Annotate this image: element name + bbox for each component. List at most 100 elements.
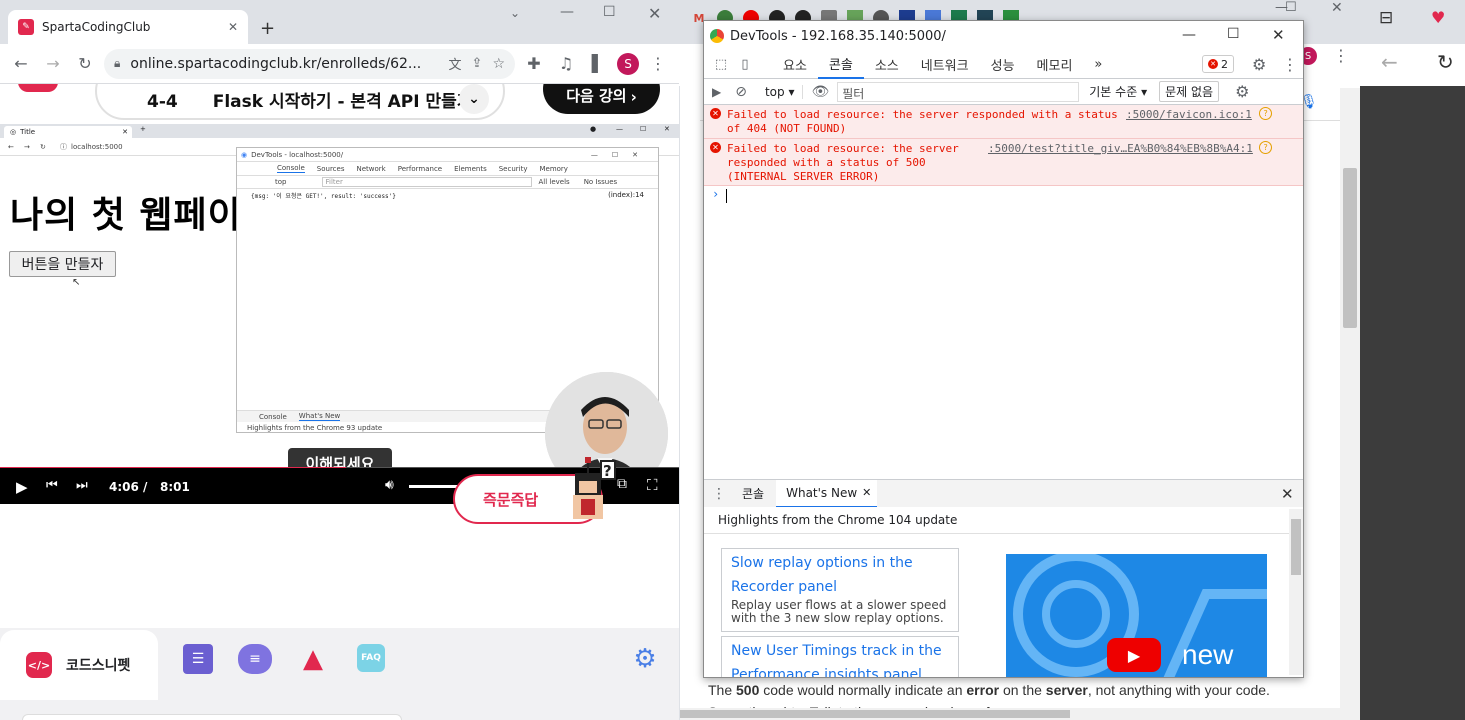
reload-icon[interactable]: ↻ [72,51,98,77]
sparta-favicon-icon: ✎ [18,19,34,35]
new-tab-icon[interactable]: + [260,18,275,39]
error-count-badge[interactable]: ✕ 2 [1202,55,1234,73]
mini-filter: Filter [322,177,533,187]
next-lesson-button[interactable]: 다음 강의 › [543,84,660,114]
forward-icon[interactable]: → [40,51,66,77]
close-drawer-icon[interactable]: ✕ [1281,485,1294,503]
answer-text-part: code would normally indicate an [759,682,967,698]
menu-icon[interactable]: ⋮ [645,51,671,77]
extension-heart-icon[interactable]: ♥ [1431,8,1445,27]
tab-performance[interactable]: 성능 [980,51,1026,79]
scrollbar-thumb[interactable] [1291,519,1301,575]
tab-code-snippet[interactable]: </> 코드스니펫 [0,630,158,700]
card-title: New User Timings track in the [731,643,942,659]
chat-icon[interactable]: ≡ [238,644,272,674]
console-prompt[interactable]: › [704,186,1303,206]
side-panel-icon[interactable]: ▌ [585,51,611,77]
tab-search-icon[interactable]: ⌄ [510,6,520,20]
minimize-icon[interactable]: — [560,4,574,20]
maximize-icon[interactable]: ☐ [603,4,616,20]
issues-button[interactable]: 문제 없음 [1159,81,1220,102]
devtools-window: DevTools - 192.168.35.140:5000/ — ☐ ✕ ⬚ … [703,20,1304,678]
info-icon: ⓘ [60,142,67,151]
filter-input[interactable]: 필터 [837,81,1080,102]
address-bar[interactable]: 🔒︎ online.spartacodingclub.kr/enrolleds/… [104,48,515,79]
back-icon[interactable]: ← [8,51,34,77]
volume-slider[interactable] [409,485,459,488]
whats-new-scrollbar[interactable] [1289,509,1303,675]
settings-gear-icon[interactable]: ⚙ [1252,55,1266,74]
scrollbar-thumb[interactable] [1343,168,1357,328]
error-source-link[interactable]: :5000/favicon.ico:1 [1126,108,1252,121]
insight-lightbulb-icon[interactable]: ? [1259,141,1272,154]
side-panel-icon[interactable]: ⊟ [1379,8,1393,28]
page-button: 버튼을 만들자 [9,251,116,277]
console-settings-icon[interactable]: ⚙ [1235,82,1249,101]
error-source-link[interactable]: :5000/test?title_giv…EA%B0%84%EB%8B%A4:1 [988,142,1253,155]
extensions-icon[interactable]: ✚ [521,51,547,77]
error-count: 2 [1221,57,1228,71]
faq-icon[interactable]: FAQ [357,644,385,672]
log-levels-select[interactable]: 기본 수준 ▾ [1089,83,1147,100]
profile-avatar[interactable]: S [617,52,639,75]
bookmark-star-icon[interactable]: ☆ [492,56,505,72]
maximize-icon[interactable]: ☐ [1285,0,1297,15]
context-select[interactable]: top ▾ [765,84,804,99]
volume-icon[interactable]: 🔊︎ [385,477,394,493]
insight-lightbulb-icon[interactable]: ? [1259,107,1272,120]
reload-icon[interactable]: ↻ [1437,50,1454,74]
minimize-icon[interactable]: — [1182,27,1196,43]
drawer-tab-whats-new[interactable]: What's New ✕ [776,479,878,508]
close-tab-icon[interactable]: ✕ [228,20,238,34]
browser-tab[interactable]: ✎ SpartaCodingClub ✕ [8,10,248,44]
more-options-icon[interactable]: ⋮ [1282,55,1298,74]
tab-network[interactable]: 네트워크 [910,51,980,79]
close-window-icon[interactable]: ✕ [1272,26,1285,44]
error-icon: ✕ [710,108,721,119]
close-window-icon[interactable]: ✕ [648,4,661,23]
translate-icon[interactable]: 文 [449,54,462,73]
warning-icon[interactable]: ▲ [298,644,328,674]
tab-elements[interactable]: 요소 [772,51,818,79]
youtube-play-icon[interactable]: ▶ [1107,638,1161,672]
lesson-selector[interactable]: 4-4 Flask 시작하기 - 본격 API 만들기 ⌄ [95,84,505,120]
share-icon[interactable]: ⇪ [472,56,483,71]
media-icon[interactable]: ♫ [553,51,579,77]
picture-in-picture-icon[interactable]: ⧉ [617,476,627,492]
close-window-icon[interactable]: ✕ [1331,0,1343,16]
drawer-tab-console[interactable]: 콘솔 [730,485,776,502]
fullscreen-icon[interactable]: ⛶ [647,476,658,494]
skip-forward-icon[interactable]: ⏭︎ [76,478,88,493]
whats-new-card[interactable]: Slow replay options in the Recorder pane… [721,548,959,632]
menu-icon[interactable]: ⋮ [1333,46,1349,65]
whats-new-video-thumbnail[interactable]: ▶ new [1006,554,1267,677]
back-icon[interactable]: ← [1381,50,1398,74]
horizontal-scrollbar[interactable] [680,708,1340,720]
lock-icon: 🔒︎ [114,56,121,70]
answer-text-part: , not anything with your code. [1087,682,1270,698]
thumbnail-label: new [1182,639,1234,670]
close-icon[interactable]: ✕ [862,486,871,499]
whats-new-card[interactable]: New User Timings track in the Performanc… [721,636,959,677]
clear-console-icon[interactable]: ⊘ [735,84,747,100]
inspect-element-icon[interactable]: ⬚ [710,57,732,72]
duration: 8:01 [160,480,190,494]
settings-gear-icon[interactable]: ⚙ [630,644,660,674]
tab-console[interactable]: 콘솔 [817,51,864,79]
maximize-icon[interactable]: ☐ [1227,26,1240,42]
play-icon[interactable]: ▶ [16,478,28,496]
right-page-scrollbar[interactable] [1340,88,1360,720]
tab-sources[interactable]: 소스 [864,51,910,79]
close-icon: ✕ [122,128,128,136]
live-expression-eye-icon[interactable]: 👁︎ [811,84,829,100]
more-tabs-icon[interactable]: » [1083,51,1113,79]
error-icon: ✕ [710,142,721,153]
chevron-down-icon[interactable]: ⌄ [459,84,489,114]
whats-new-divider [704,533,1289,534]
device-toolbar-icon[interactable]: ▯ [732,57,758,72]
sidebar-toggle-icon[interactable]: ▶︎ [712,85,721,99]
skip-back-icon[interactable]: ⏮︎ [46,478,58,493]
sparta-logo-icon[interactable] [18,84,58,92]
tab-memory[interactable]: 메모리 [1026,51,1084,79]
checklist-icon[interactable]: ☰ [183,644,213,674]
